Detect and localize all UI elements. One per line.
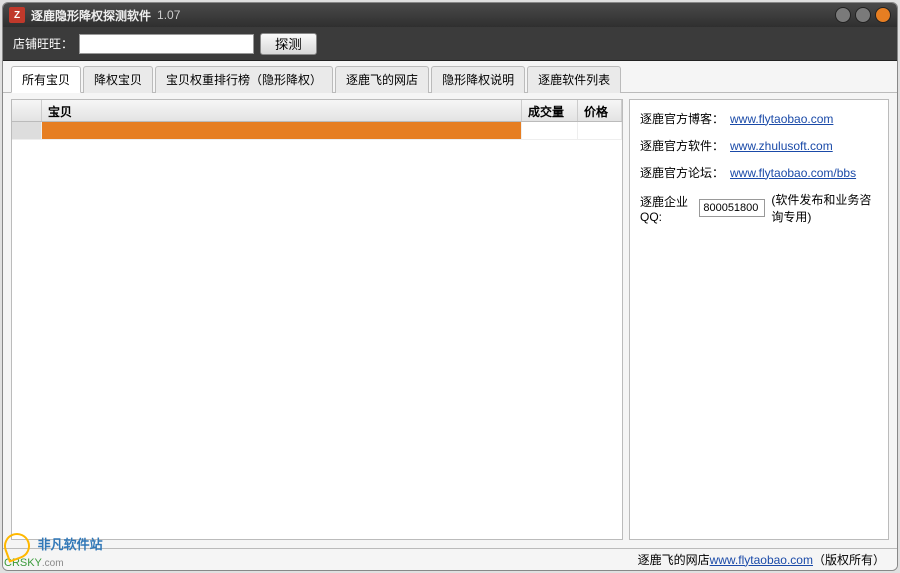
grid-body[interactable] — [12, 122, 622, 539]
info-blog-row: 逐鹿官方博客： www.flytaobao.com — [640, 110, 878, 127]
app-version: 1.07 — [157, 8, 180, 22]
row-selector-cell[interactable] — [12, 122, 42, 139]
maximize-button[interactable] — [855, 7, 871, 23]
tab-all-items[interactable]: 所有宝贝 — [11, 66, 81, 93]
info-soft-row: 逐鹿官方软件： www.zhulusoft.com — [640, 137, 878, 154]
info-blog-link[interactable]: www.flytaobao.com — [730, 112, 833, 126]
grid-row-selected[interactable] — [12, 122, 622, 140]
info-forum-label: 逐鹿官方论坛： — [640, 164, 724, 181]
info-qq-label: 逐鹿企业QQ: — [640, 193, 693, 224]
app-title: 逐鹿隐形降权探测软件 — [31, 7, 151, 24]
footer-text-prefix: 逐鹿飞的网店 — [638, 551, 710, 568]
titlebar: Z 逐鹿隐形降权探测软件 1.07 — [3, 3, 897, 27]
row-name-cell[interactable] — [42, 122, 522, 139]
row-price-cell[interactable] — [578, 122, 622, 139]
info-blog-label: 逐鹿官方博客： — [640, 110, 724, 127]
grid-header: 宝贝 成交量 价格 — [12, 100, 622, 122]
info-soft-link[interactable]: www.zhulusoft.com — [730, 139, 833, 153]
info-forum-row: 逐鹿官方论坛： www.flytaobao.com/bbs — [640, 164, 878, 181]
content-area: 宝贝 成交量 价格 逐鹿官方博客： www.flytaobao.com 逐鹿官方… — [3, 93, 897, 548]
info-qq-input[interactable] — [699, 199, 765, 217]
minimize-button[interactable] — [835, 7, 851, 23]
row-volume-cell[interactable] — [522, 122, 578, 139]
detect-button[interactable]: 探测 — [260, 33, 317, 55]
items-grid-panel: 宝贝 成交量 价格 — [11, 99, 623, 540]
tab-software-list[interactable]: 逐鹿软件列表 — [527, 66, 621, 93]
shop-input[interactable] — [79, 34, 254, 54]
tab-weight-rank[interactable]: 宝贝权重排行榜（隐形降权） — [155, 66, 333, 93]
toolbar: 店铺旺旺： 探测 — [3, 27, 897, 61]
app-window: Z 逐鹿隐形降权探测软件 1.07 店铺旺旺： 探测 所有宝贝 降权宝贝 宝贝权… — [2, 2, 898, 571]
info-qq-note: (软件发布和业务咨询专用) — [771, 191, 878, 225]
tab-zhulu-shop[interactable]: 逐鹿飞的网店 — [335, 66, 429, 93]
app-icon: Z — [9, 7, 25, 23]
tab-demoted-items[interactable]: 降权宝贝 — [83, 66, 153, 93]
grid-col-name[interactable]: 宝贝 — [42, 100, 522, 121]
info-qq-row: 逐鹿企业QQ: (软件发布和业务咨询专用) — [640, 191, 878, 225]
info-panel: 逐鹿官方博客： www.flytaobao.com 逐鹿官方软件： www.zh… — [629, 99, 889, 540]
info-forum-link[interactable]: www.flytaobao.com/bbs — [730, 166, 856, 180]
close-button[interactable] — [875, 7, 891, 23]
footer-text-suffix: （版权所有） — [813, 551, 885, 568]
status-bar: 逐鹿飞的网店 www.flytaobao.com （版权所有） — [3, 548, 897, 570]
grid-col-volume[interactable]: 成交量 — [522, 100, 578, 121]
footer-link[interactable]: www.flytaobao.com — [710, 553, 813, 567]
tab-explanation[interactable]: 隐形降权说明 — [431, 66, 525, 93]
grid-col-price[interactable]: 价格 — [578, 100, 622, 121]
shop-label: 店铺旺旺： — [13, 35, 73, 52]
tab-bar: 所有宝贝 降权宝贝 宝贝权重排行榜（隐形降权） 逐鹿飞的网店 隐形降权说明 逐鹿… — [3, 61, 897, 93]
info-soft-label: 逐鹿官方软件： — [640, 137, 724, 154]
grid-col-selector[interactable] — [12, 100, 42, 121]
